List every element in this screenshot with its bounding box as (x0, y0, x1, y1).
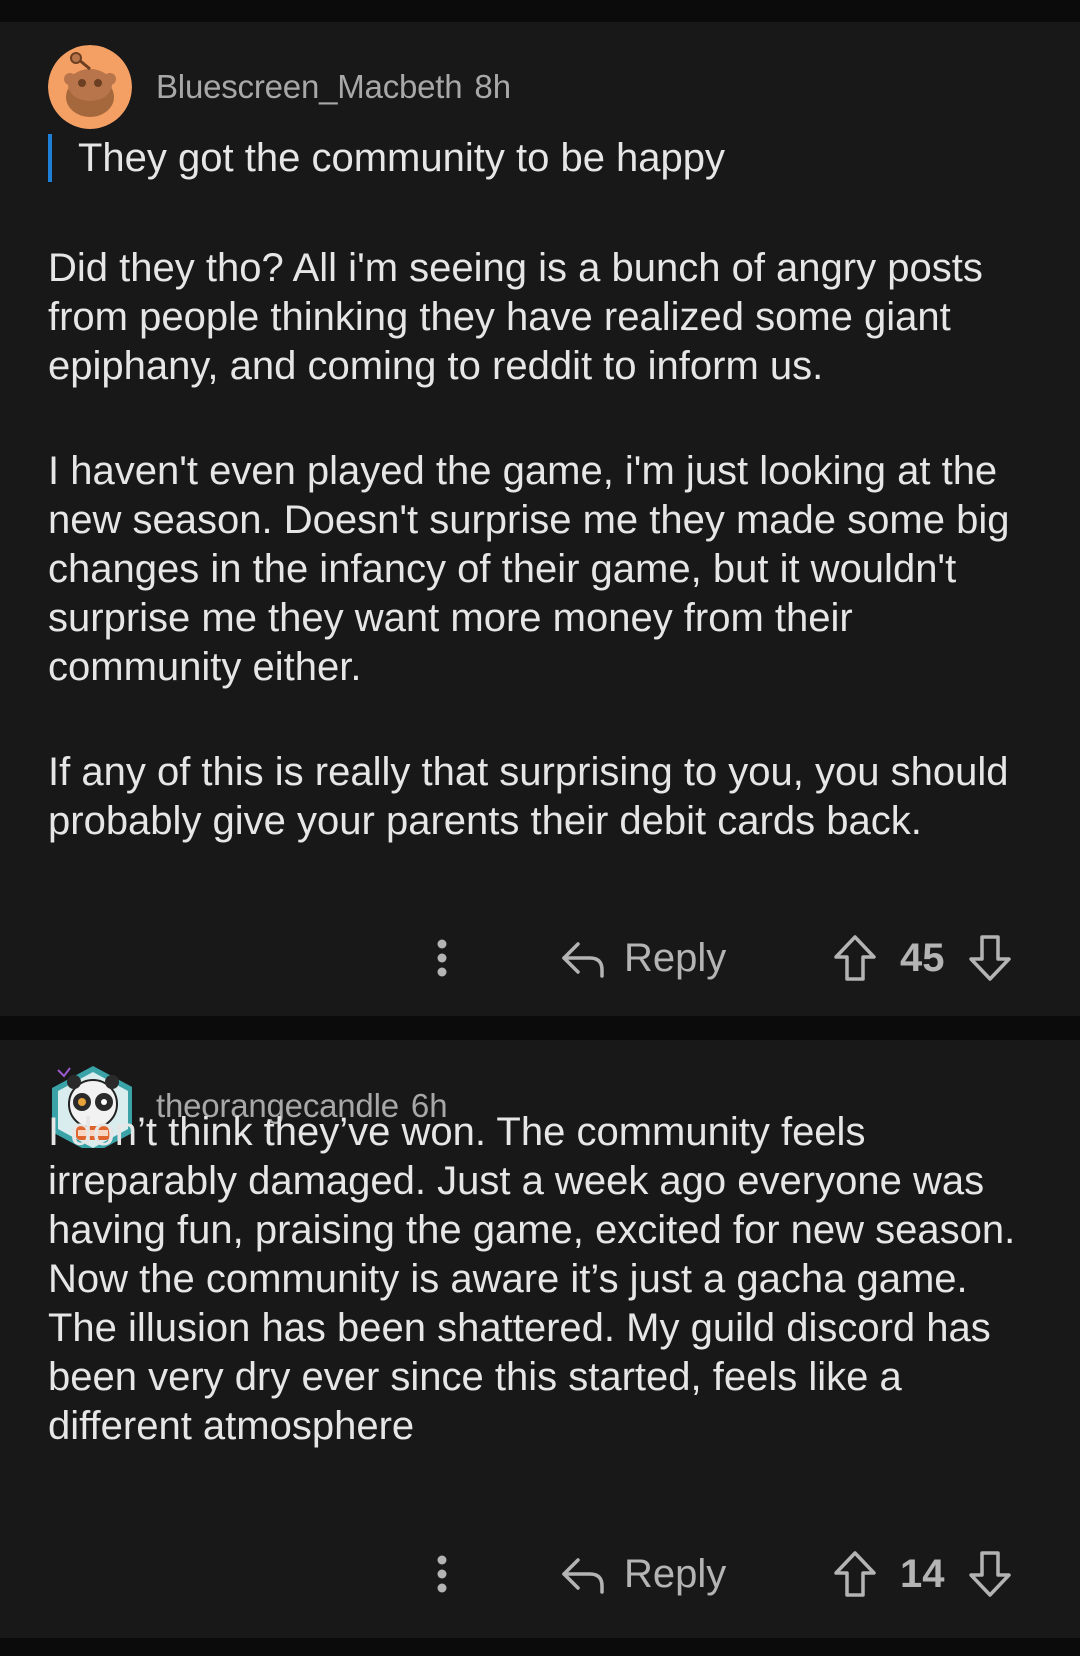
comment-paragraph: I don’t think they’ve won. The community… (48, 1110, 1016, 1448)
vote-controls: 45 (832, 928, 1013, 988)
upvote-icon[interactable] (832, 933, 878, 983)
reply-button[interactable]: Reply (560, 928, 726, 988)
vote-count: 45 (900, 935, 945, 980)
more-options-button[interactable] (420, 928, 464, 988)
reply-arrow-icon (560, 938, 606, 978)
snoo-avatar-icon[interactable] (48, 45, 132, 129)
comment-paragraph: If any of this is really that surprising… (48, 750, 1009, 843)
comment-header: Bluescreen_Macbeth 8h (48, 45, 511, 129)
comment-actions: Reply 45 (0, 928, 1080, 988)
top-strip (0, 0, 1080, 22)
comment-timestamp: 8h (474, 68, 512, 105)
comment-divider (0, 1016, 1080, 1040)
reply-label: Reply (624, 935, 727, 980)
quote-block: They got the community to be happy (48, 134, 725, 182)
more-options-button[interactable] (420, 1544, 464, 1604)
comment-actions: Reply 14 (0, 1544, 1080, 1604)
reply-arrow-icon (560, 1554, 606, 1594)
vote-controls: 14 (832, 1544, 1013, 1604)
comment-divider (0, 1638, 1080, 1656)
vote-count: 14 (900, 1551, 945, 1596)
comment-card: Bluescreen_Macbeth 8h They got the commu… (0, 22, 1080, 1016)
downvote-icon[interactable] (967, 933, 1013, 983)
reply-button[interactable]: Reply (560, 1544, 726, 1604)
reply-label: Reply (624, 1551, 727, 1596)
downvote-icon[interactable] (967, 1549, 1013, 1599)
comment-paragraph: Did they tho? All i'm seeing is a bunch … (48, 246, 983, 388)
upvote-icon[interactable] (832, 1549, 878, 1599)
comment-card: theorangecandle 6h I don’t think they’ve… (0, 1040, 1080, 1638)
comment-username[interactable]: Bluescreen_Macbeth (156, 68, 463, 106)
more-options-icon (436, 1554, 448, 1594)
comment-paragraph: I haven't even played the game, i'm just… (48, 449, 1010, 689)
more-options-icon (436, 938, 448, 978)
